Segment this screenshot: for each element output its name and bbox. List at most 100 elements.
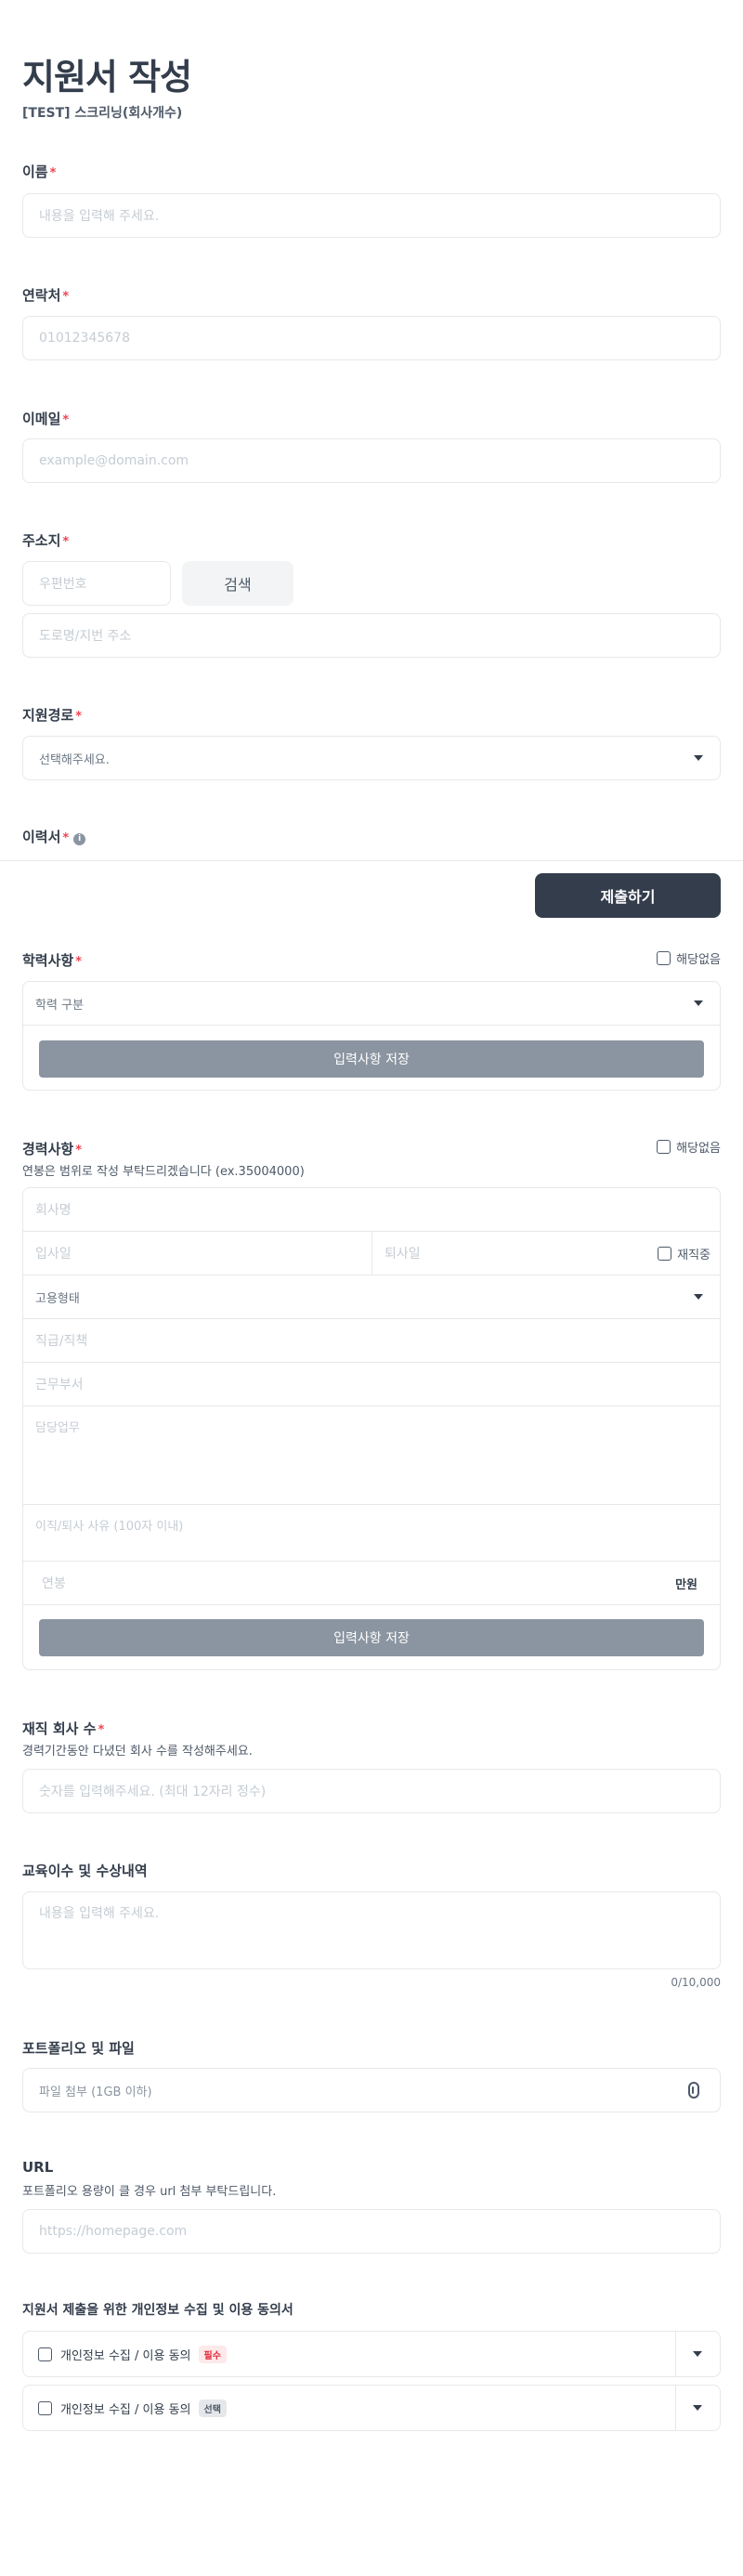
phone-label-text: 연락처 — [22, 287, 61, 304]
info-icon[interactable]: i — [73, 833, 86, 845]
checkbox-icon — [658, 1246, 672, 1261]
name-input[interactable]: 내용을 입력해 주세요. — [22, 193, 721, 238]
company-count-help: 경력기간동안 다녔던 회사 수를 작성해주세요. — [22, 1745, 253, 1759]
employed-checkbox[interactable]: 재직중 — [658, 1245, 710, 1262]
chevron-down-icon — [694, 1000, 703, 1006]
training-label: 교육이수 및 수상내역 — [22, 1863, 148, 1879]
consent-item-label: 개인정보 수집 / 이용 동의 — [60, 2402, 191, 2417]
address-label: 주소지 * — [22, 530, 69, 550]
required-mark: * — [62, 831, 70, 845]
checkbox-icon[interactable] — [38, 2347, 52, 2361]
department-input[interactable]: 근무부서 — [23, 1363, 720, 1406]
page-subtitle: [TEST] 스크리닝(회사개수) — [22, 106, 183, 121]
route-select[interactable]: 선택해주세요. — [22, 736, 721, 780]
name-placeholder: 내용을 입력해 주세요. — [39, 209, 160, 224]
required-mark: * — [98, 1723, 105, 1737]
email-input[interactable]: example@domain.com — [22, 438, 721, 483]
zipcode-input[interactable]: 우편번호 — [22, 561, 171, 606]
resume-label: 이력서 * i — [22, 827, 86, 846]
route-label-text: 지원경로 — [22, 707, 74, 724]
employment-type-value: 고용형태 — [35, 1291, 80, 1306]
career-none-label: 해당없음 — [676, 1142, 721, 1156]
training-char-counter: 0/10,000 — [671, 1976, 721, 1989]
salary-input[interactable]: 연봉 만원 — [23, 1562, 720, 1605]
leave-reason-textarea[interactable]: 이직/퇴사 사유 (100자 이내) — [23, 1505, 720, 1562]
required-mark: * — [75, 1144, 83, 1157]
duty-placeholder: 담당업무 — [35, 1421, 80, 1435]
company-count-label: 재직 회사 수 * — [22, 1719, 104, 1738]
email-label-text: 이메일 — [22, 411, 61, 427]
consent-item-optional[interactable]: 개인정보 수집 / 이용 동의 선택 — [22, 2385, 721, 2431]
career-label: 경력사항 * — [22, 1139, 82, 1158]
company-count-label-text: 재직 회사 수 — [22, 1720, 97, 1737]
salary-unit: 만원 — [675, 1577, 697, 1592]
page-title: 지원서 작성 — [22, 57, 192, 98]
checkbox-icon — [657, 1140, 671, 1154]
salary-placeholder: 연봉 — [42, 1576, 66, 1591]
leave-date-input[interactable]: 퇴사일 재직중 — [372, 1232, 720, 1275]
company-name-placeholder: 회사명 — [35, 1203, 72, 1218]
road-address-input[interactable]: 도로명/지번 주소 — [22, 613, 721, 658]
required-mark: * — [62, 290, 70, 304]
training-placeholder: 내용을 입력해 주세요. — [39, 1906, 160, 1921]
position-input[interactable]: 직급/직책 — [23, 1319, 720, 1363]
resume-label-text: 이력서 — [22, 829, 61, 845]
email-placeholder: example@domain.com — [39, 453, 189, 468]
consent-item-required[interactable]: 개인정보 수집 / 이용 동의 필수 — [22, 2331, 721, 2377]
career-label-text: 경력사항 — [22, 1141, 74, 1157]
route-selected-value: 선택해주세요. — [39, 752, 110, 767]
join-date-placeholder: 입사일 — [35, 1247, 72, 1262]
url-help: 포트폴리오 용량이 클 경우 url 첨부 부탁드립니다. — [22, 2185, 277, 2199]
chevron-down-icon — [694, 1294, 703, 1300]
position-placeholder: 직급/직책 — [35, 1334, 88, 1349]
checkbox-icon — [657, 951, 671, 965]
join-date-input[interactable]: 입사일 — [23, 1232, 372, 1275]
required-mark: * — [49, 166, 57, 180]
leave-reason-placeholder: 이직/퇴사 사유 (100자 이내) — [35, 1520, 184, 1534]
career-card: 회사명 입사일 퇴사일 재직중 고용형태 직급/직책 근무부서 담당업무 이직/… — [22, 1187, 721, 1670]
name-label-text: 이름 — [22, 163, 48, 180]
address-search-button[interactable]: 검색 — [182, 561, 293, 606]
checkbox-icon[interactable] — [38, 2400, 52, 2415]
leave-date-placeholder: 퇴사일 — [385, 1247, 421, 1262]
chevron-down-icon — [693, 2405, 702, 2411]
education-type-value: 학력 구분 — [35, 998, 84, 1013]
chevron-down-icon — [694, 755, 703, 761]
department-placeholder: 근무부서 — [35, 1378, 84, 1393]
url-label: URL — [22, 2159, 54, 2176]
education-none-checkbox[interactable]: 해당없음 — [657, 949, 721, 967]
career-none-checkbox[interactable]: 해당없음 — [657, 1138, 721, 1156]
paperclip-icon[interactable] — [688, 2082, 699, 2099]
consent-expand-button[interactable] — [675, 2332, 720, 2376]
company-count-placeholder: 숫자를 입력해주세요. (최대 12자리 정수) — [39, 1785, 267, 1799]
portfolio-placeholder: 파일 첨부 (1GB 이하) — [39, 2085, 152, 2099]
training-textarea[interactable]: 내용을 입력해 주세요. — [22, 1891, 721, 1969]
url-placeholder: https://homepage.com — [39, 2224, 188, 2239]
submit-button[interactable]: 제출하기 — [535, 873, 721, 918]
employment-type-select[interactable]: 고용형태 — [23, 1275, 720, 1319]
section-divider — [0, 860, 743, 861]
career-help: 연봉은 범위로 작성 부탁드리겠습니다 (ex.35004000) — [22, 1165, 305, 1179]
url-input[interactable]: https://homepage.com — [22, 2209, 721, 2254]
required-mark: * — [62, 535, 70, 549]
education-card: 학력 구분 입력사항 저장 — [22, 981, 721, 1091]
education-type-select[interactable]: 학력 구분 — [23, 982, 720, 1026]
required-badge: 필수 — [198, 2345, 227, 2363]
education-save-button[interactable]: 입력사항 저장 — [39, 1040, 704, 1078]
required-mark: * — [75, 955, 83, 969]
email-label: 이메일 * — [22, 409, 69, 428]
company-name-input[interactable]: 회사명 — [23, 1188, 720, 1232]
education-label-text: 학력사항 — [22, 952, 74, 969]
duty-textarea[interactable]: 담당업무 — [23, 1406, 720, 1505]
road-address-placeholder: 도로명/지번 주소 — [39, 629, 132, 644]
consent-item-label: 개인정보 수집 / 이용 동의 — [60, 2348, 191, 2363]
career-save-button[interactable]: 입력사항 저장 — [39, 1619, 704, 1656]
employed-label: 재직중 — [677, 1248, 710, 1262]
phone-input[interactable]: 01012345678 — [22, 316, 721, 360]
portfolio-file-input[interactable]: 파일 첨부 (1GB 이하) — [22, 2068, 721, 2112]
consent-expand-button[interactable] — [675, 2386, 720, 2430]
company-count-input[interactable]: 숫자를 입력해주세요. (최대 12자리 정수) — [22, 1769, 721, 1813]
required-mark: * — [62, 413, 70, 427]
optional-badge: 선택 — [198, 2399, 227, 2417]
education-none-label: 해당없음 — [676, 953, 721, 967]
